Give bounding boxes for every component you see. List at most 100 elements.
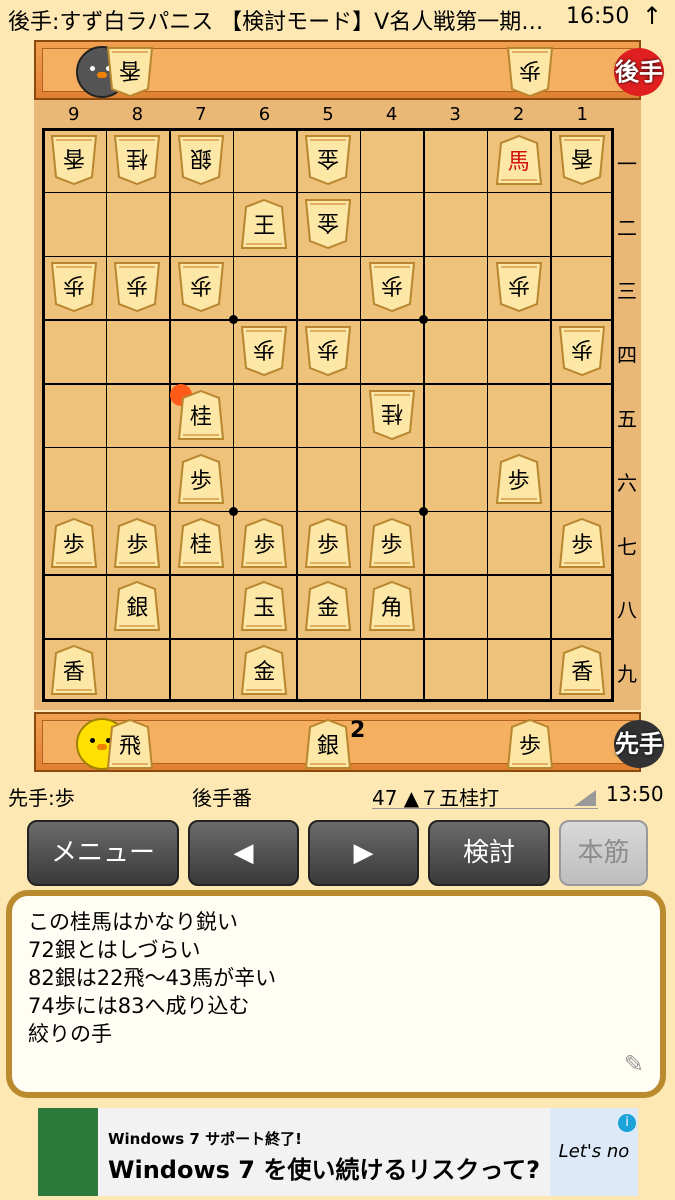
- piece-label: 桂: [189, 405, 212, 430]
- gote-piece[interactable]: 歩: [177, 261, 225, 313]
- prev-move-button[interactable]: ◀: [188, 820, 299, 886]
- gote-piece[interactable]: 香: [50, 134, 98, 186]
- piece-label: 歩: [380, 272, 403, 298]
- gote-piece[interactable]: 金: [304, 198, 352, 250]
- grid-line: [486, 128, 489, 702]
- piece-label: 歩: [519, 57, 542, 82]
- sente-piece[interactable]: 歩: [368, 517, 416, 569]
- sente-piece[interactable]: 歩: [177, 453, 225, 505]
- edit-pen-icon[interactable]: ✎: [624, 1050, 644, 1078]
- analyze-button[interactable]: 検討: [428, 820, 550, 886]
- gote-hand-piece[interactable]: 歩: [506, 46, 554, 98]
- grid-line: [232, 128, 235, 702]
- gote-hand-piece[interactable]: 香: [106, 46, 154, 98]
- sente-piece[interactable]: 王: [240, 198, 288, 250]
- row-label: 四: [617, 343, 637, 368]
- piece-label: 銀: [189, 144, 212, 170]
- sente-hand-piece[interactable]: 歩: [506, 718, 554, 770]
- column-label: 2: [512, 104, 525, 125]
- sente-hand-area: 飛 銀2 歩 先手: [34, 712, 664, 772]
- sente-piece[interactable]: 歩: [113, 517, 161, 569]
- sente-piece[interactable]: 歩: [304, 517, 352, 569]
- column-label: 7: [195, 104, 207, 125]
- gote-piece[interactable]: 歩: [558, 325, 606, 377]
- comment-box[interactable]: この桂馬はかなり鋭い 72銀とはしづらい 82銀は22飛～43馬が辛い 74歩に…: [6, 890, 666, 1098]
- sente-piece[interactable]: 桂: [177, 389, 225, 441]
- sente-piece[interactable]: 金: [304, 580, 352, 632]
- piece-label: 歩: [253, 336, 276, 362]
- gote-piece[interactable]: 桂: [113, 134, 161, 186]
- gote-piece[interactable]: 歩: [368, 261, 416, 313]
- sente-piece[interactable]: 歩: [240, 517, 288, 569]
- comment-line: 74歩には83へ成り込む: [28, 994, 250, 1018]
- sente-piece[interactable]: 馬: [495, 134, 543, 186]
- gote-piece[interactable]: 歩: [495, 261, 543, 313]
- row-label: 一: [617, 151, 637, 176]
- piece-label: 歩: [316, 532, 339, 558]
- game-title: 後手:すず白ラパニス 【検討モード】V名人戦第一期…: [8, 10, 544, 35]
- column-label: 4: [385, 104, 398, 125]
- piece-label: 歩: [189, 272, 212, 298]
- ad-laptop-image: [38, 1108, 98, 1196]
- piece-label: 桂: [380, 400, 403, 425]
- sente-piece[interactable]: 香: [50, 644, 98, 696]
- grid-line: [42, 319, 614, 321]
- gote-piece[interactable]: 歩: [240, 325, 288, 377]
- move-dropdown-icon[interactable]: [574, 790, 596, 806]
- row-label: 六: [617, 470, 637, 495]
- gote-piece[interactable]: 金: [304, 134, 352, 186]
- sente-piece[interactable]: 歩: [50, 517, 98, 569]
- ad-info-icon[interactable]: i: [618, 1114, 636, 1132]
- gote-piece[interactable]: 歩: [50, 261, 98, 313]
- up-arrow-icon[interactable]: ↑: [642, 2, 662, 30]
- row-label: 三: [617, 279, 637, 304]
- star-point: [228, 315, 238, 325]
- ad-banner[interactable]: Windows 7 サポート終了! Windows 7 を使い続けるリスクって?…: [38, 1108, 638, 1196]
- piece-label: 歩: [126, 532, 149, 558]
- piece-label: 香: [119, 57, 142, 82]
- grid-line: [359, 128, 362, 702]
- piece-label: 歩: [189, 468, 212, 494]
- sente-piece[interactable]: 角: [368, 580, 416, 632]
- menu-button[interactable]: メニュー: [27, 820, 179, 886]
- gote-piece[interactable]: 歩: [304, 325, 352, 377]
- column-label: 3: [449, 104, 461, 125]
- turn-indicator: 後手番: [192, 786, 252, 810]
- sente-piece[interactable]: 歩: [495, 453, 543, 505]
- sente-hand-piece[interactable]: 飛: [106, 718, 154, 770]
- column-label: 6: [258, 104, 271, 125]
- grid-line: [42, 574, 614, 576]
- sente-piece[interactable]: 金: [240, 644, 288, 696]
- piece-label: 玉: [253, 596, 276, 622]
- grid-line: [550, 128, 552, 702]
- piece-label: 飛: [118, 734, 141, 759]
- piece-label: 歩: [518, 734, 541, 759]
- sente-hand-piece[interactable]: 銀: [304, 718, 352, 770]
- column-label: 1: [576, 104, 588, 125]
- sente-piece[interactable]: 香: [558, 644, 606, 696]
- comment-line: 82銀は22飛～43馬が辛い: [28, 966, 277, 990]
- sente-piece[interactable]: 玉: [240, 580, 288, 632]
- piece-label: 歩: [62, 272, 85, 298]
- sente-piece[interactable]: 歩: [558, 517, 606, 569]
- gote-badge: 後手: [614, 48, 664, 96]
- star-point: [228, 506, 238, 516]
- row-label: 二: [617, 215, 637, 240]
- piece-label: 銀: [316, 734, 339, 759]
- move-selector[interactable]: 47 ▲７五桂打: [372, 782, 598, 810]
- piece-label: 歩: [507, 468, 530, 494]
- gote-piece[interactable]: 歩: [113, 261, 161, 313]
- piece-label: 歩: [571, 336, 594, 362]
- status-time: 16:50: [566, 4, 630, 29]
- piece-label: 桂: [189, 532, 212, 558]
- piece-label: 金: [317, 144, 340, 170]
- gote-piece[interactable]: 桂: [368, 389, 416, 441]
- sente-piece[interactable]: 銀: [113, 580, 161, 632]
- gote-piece[interactable]: 香: [558, 134, 606, 186]
- piece-label: 歩: [126, 272, 149, 298]
- sente-badge: 先手: [614, 720, 664, 768]
- sente-piece[interactable]: 桂: [177, 517, 225, 569]
- gote-piece[interactable]: 銀: [177, 134, 225, 186]
- grid-line: [296, 128, 298, 702]
- next-move-button[interactable]: ▶: [308, 820, 419, 886]
